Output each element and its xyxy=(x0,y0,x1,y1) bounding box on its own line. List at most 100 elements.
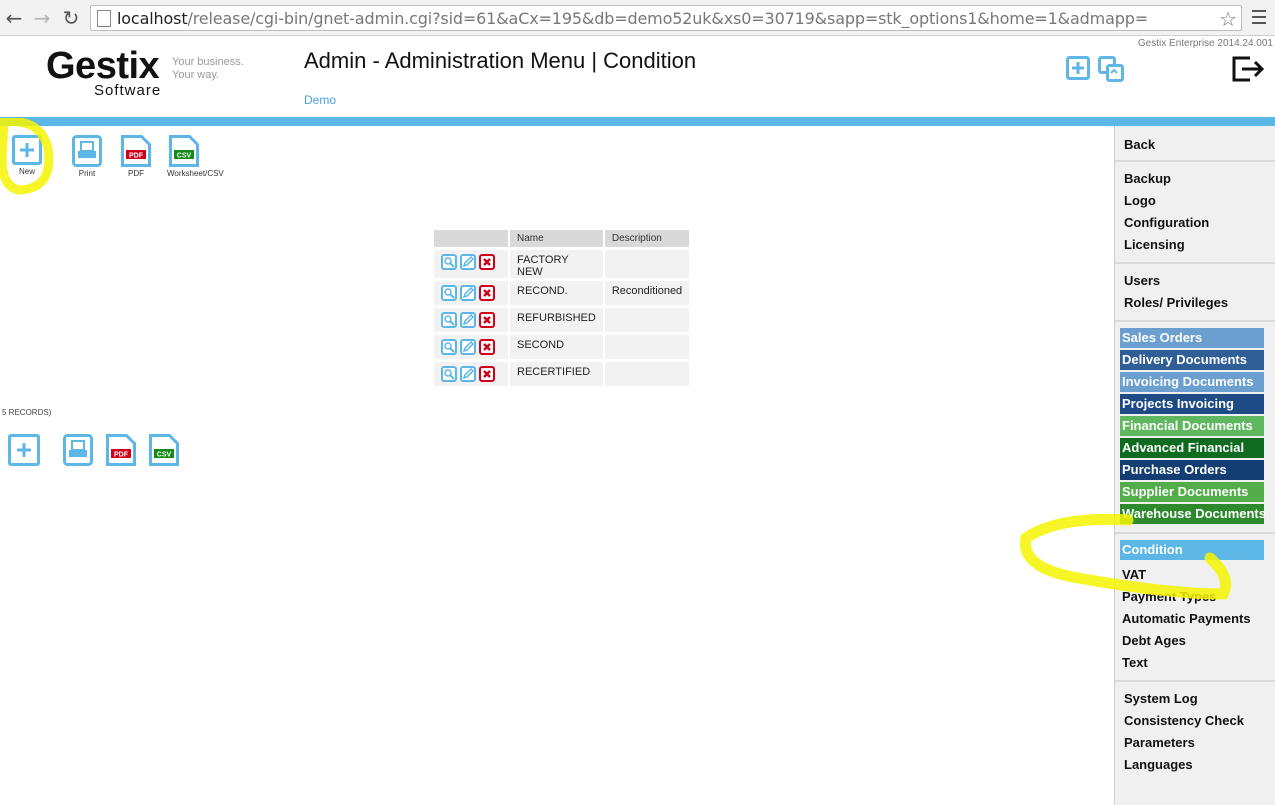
bottom-print-button[interactable] xyxy=(62,434,94,471)
edit-icon[interactable] xyxy=(460,285,476,301)
admin-sidebar: Back Backup Logo Configuration Licensing Us… xyxy=(1114,126,1275,805)
plus-icon xyxy=(8,434,40,466)
print-label: Print xyxy=(78,169,96,178)
view-icon[interactable] xyxy=(441,366,457,382)
logo-tagline: Your business. Your way. xyxy=(172,56,262,82)
print-button[interactable]: Print xyxy=(72,135,102,178)
edit-icon[interactable] xyxy=(460,312,476,328)
bottom-csv-button[interactable]: CSV xyxy=(148,434,180,471)
browser-menu-icon[interactable] xyxy=(1252,10,1266,24)
sidebar-item-roles-privileges[interactable]: Roles/ Privileges xyxy=(1124,292,1275,314)
sidebar-item-delivery-documents[interactable]: Delivery Documents xyxy=(1120,350,1264,370)
browser-toolbar: ← → ↻ localhost/release/cgi-bin/gnet-adm… xyxy=(0,0,1275,36)
row-actions xyxy=(434,281,508,305)
table-row: RECERTIFIED xyxy=(434,362,690,386)
sidebar-item-purchase-orders[interactable]: Purchase Orders xyxy=(1120,460,1264,480)
sidebar-item-payment-types[interactable]: Payment Types xyxy=(1122,586,1275,608)
svg-text:PDF: PDF xyxy=(129,153,144,160)
cell-description: Reconditioned xyxy=(602,281,690,305)
sidebar-item-vat[interactable]: VAT xyxy=(1122,564,1275,586)
table-row: SECOND xyxy=(434,335,690,359)
sidebar-group-modules: Sales Orders Delivery Documents Invoicing … xyxy=(1115,322,1275,534)
version-label: Gestix Enterprise 2014.24.001 xyxy=(1137,38,1273,49)
new-button[interactable]: New xyxy=(12,135,42,176)
url-path: /release/cgi-bin/gnet-admin.cgi?sid=61&a… xyxy=(187,9,1149,28)
logo-tagline-1: Your business. xyxy=(172,56,244,68)
plus-icon xyxy=(12,135,42,165)
sidebar-item-invoicing-documents[interactable]: Invoicing Documents xyxy=(1120,372,1264,392)
company-link[interactable]: Demo xyxy=(304,93,336,107)
view-icon[interactable] xyxy=(441,254,457,270)
view-icon[interactable] xyxy=(441,312,457,328)
edit-icon[interactable] xyxy=(460,339,476,355)
sidebar-item-consistency-check[interactable]: Consistency Check xyxy=(1124,710,1275,732)
sidebar-item-condition[interactable]: Condition xyxy=(1120,540,1264,560)
sidebar-item-parameters[interactable]: Parameters xyxy=(1124,732,1275,754)
pdf-icon: PDF xyxy=(106,434,136,466)
pdf-icon: PDF xyxy=(121,135,151,167)
view-icon[interactable] xyxy=(441,339,457,355)
sidebar-group-tools: System Log Consistency Check Parameters Lan… xyxy=(1115,682,1275,782)
cell-name: REFURBISHED xyxy=(508,308,603,332)
svg-text:PDF: PDF xyxy=(114,452,129,459)
print-icon xyxy=(72,135,102,167)
condition-table: Name Description FACTORY NEW RECOND. Recon… xyxy=(434,227,690,389)
forward-arrow-icon[interactable]: → xyxy=(30,6,54,30)
logo-sub: Software xyxy=(94,82,162,99)
row-actions xyxy=(434,335,508,359)
sidebar-item-system-log[interactable]: System Log xyxy=(1124,688,1275,710)
pdf-button[interactable]: PDF PDF xyxy=(121,135,151,178)
sidebar-item-financial-documents[interactable]: Financial Documents xyxy=(1120,416,1264,436)
reload-icon[interactable]: ↻ xyxy=(59,6,83,30)
csv-button[interactable]: CSV Worksheet/CSV xyxy=(167,135,224,178)
sidebar-item-configuration[interactable]: Configuration xyxy=(1124,212,1275,234)
logout-icon[interactable] xyxy=(1230,54,1266,84)
sidebar-item-advanced-financial[interactable]: Advanced Financial xyxy=(1120,438,1264,458)
csv-icon: CSV xyxy=(169,135,199,167)
url-text[interactable]: localhost/release/cgi-bin/gnet-admin.cgi… xyxy=(117,9,1148,28)
view-icon[interactable] xyxy=(441,285,457,301)
new-label: New xyxy=(18,167,35,176)
sidebar-item-languages[interactable]: Languages xyxy=(1124,754,1275,776)
bookmark-star-icon[interactable]: ☆ xyxy=(1219,7,1237,31)
delete-icon[interactable] xyxy=(479,312,495,328)
sidebar-item-supplier-documents[interactable]: Supplier Documents xyxy=(1120,482,1264,502)
pdf-label: PDF xyxy=(128,169,144,178)
sidebar-item-text[interactable]: Text xyxy=(1122,652,1275,674)
delete-icon[interactable] xyxy=(479,339,495,355)
cell-name: RECOND. xyxy=(508,281,603,305)
gestix-logo[interactable]: Gestix Software Your business. Your way. xyxy=(46,46,256,100)
sidebar-item-sales-orders[interactable]: Sales Orders xyxy=(1120,328,1264,348)
svg-text:CSV: CSV xyxy=(157,452,172,459)
url-host: localhost xyxy=(117,9,188,28)
page-icon xyxy=(97,10,111,27)
bottom-pdf-button[interactable]: PDF xyxy=(105,434,137,471)
sidebar-item-users[interactable]: Users xyxy=(1124,270,1275,292)
sidebar-item-projects-invoicing[interactable]: Projects Invoicing xyxy=(1120,394,1264,414)
back-arrow-icon[interactable]: ← xyxy=(2,6,26,30)
refresh-window-icon[interactable] xyxy=(1098,56,1124,82)
sidebar-item-debt-ages[interactable]: Debt Ages xyxy=(1122,630,1275,652)
delete-icon[interactable] xyxy=(479,285,495,301)
sidebar-item-automatic-payments[interactable]: Automatic Payments xyxy=(1122,608,1275,630)
add-window-icon[interactable] xyxy=(1066,56,1090,80)
sidebar-item-back[interactable]: Back xyxy=(1124,134,1275,156)
sidebar-item-licensing[interactable]: Licensing xyxy=(1124,234,1275,256)
row-actions xyxy=(434,362,508,386)
cell-description xyxy=(602,250,690,278)
delete-icon[interactable] xyxy=(479,254,495,270)
edit-icon[interactable] xyxy=(460,254,476,270)
edit-icon[interactable] xyxy=(460,366,476,382)
address-bar[interactable]: localhost/release/cgi-bin/gnet-admin.cgi… xyxy=(90,5,1242,31)
cell-description xyxy=(602,362,690,386)
bottom-new-button[interactable] xyxy=(8,434,40,466)
column-header-description[interactable]: Description xyxy=(602,230,690,247)
logo-tagline-2: Your way. xyxy=(172,69,220,81)
sidebar-item-warehouse-documents[interactable]: Warehouse Documents xyxy=(1120,504,1266,524)
delete-icon[interactable] xyxy=(479,366,495,382)
svg-text:CSV: CSV xyxy=(177,153,192,160)
column-header-name[interactable]: Name xyxy=(508,230,603,247)
sidebar-item-logo[interactable]: Logo xyxy=(1124,190,1275,212)
sidebar-item-backup[interactable]: Backup xyxy=(1124,168,1275,190)
table-row: RECOND. Reconditioned xyxy=(434,281,690,305)
